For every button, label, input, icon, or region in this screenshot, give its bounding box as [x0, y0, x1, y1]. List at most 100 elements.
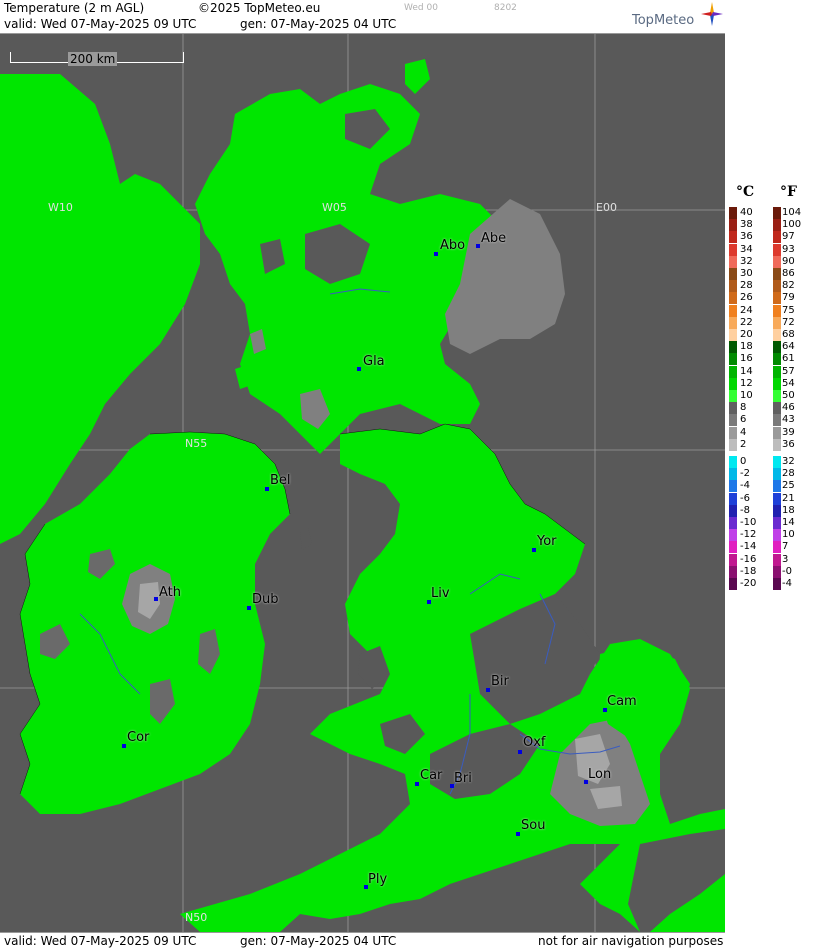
legend-row: -14 7	[726, 541, 816, 554]
legend-swatch-celsius	[729, 468, 737, 481]
legend-value-celsius: -8	[740, 504, 750, 516]
compass-logo-icon	[701, 2, 723, 26]
legend-swatch-celsius	[729, 504, 737, 517]
legend-value-celsius: -18	[740, 565, 757, 577]
legend-unit-celsius: °C	[736, 184, 755, 200]
valid-time: valid: Wed 07-May-2025 09 UTC	[4, 17, 197, 31]
legend-value-fahrenheit: 79	[782, 292, 795, 304]
city-label-car[interactable]: Car	[420, 768, 442, 783]
legend-row: 26 79	[726, 292, 816, 305]
legend-value-celsius: -12	[740, 529, 757, 541]
brand-logo-text: TopMeteo	[632, 13, 695, 28]
city-label-cam[interactable]: Cam	[607, 694, 637, 709]
legend-swatch-celsius	[729, 402, 737, 415]
temperature-legend: °C °F 40 104 38 100 36 97 34 93 32 90 30 86 28 82 26 79…	[726, 0, 816, 947]
city-label-sou[interactable]: Sou	[521, 818, 545, 833]
legend-swatch-celsius	[729, 268, 737, 280]
legend-row: 16 61	[726, 353, 816, 366]
legend-swatch-celsius	[729, 480, 737, 493]
legend-value-fahrenheit: 3	[782, 553, 789, 565]
legend-row: 2 36	[726, 438, 816, 451]
legend-value-celsius: -16	[740, 553, 757, 565]
legend-swatch-celsius	[729, 377, 737, 390]
legend-row: 36 97	[726, 231, 816, 244]
legend-row: 30 86	[726, 268, 816, 280]
temperature-map[interactable]: 200 km W10 W05 E00 N55 N50 Abo Abe Gla B…	[0, 34, 725, 932]
legend-row: -16 3	[726, 553, 816, 566]
legend-value-celsius: -6	[740, 492, 750, 504]
city-label-gla[interactable]: Gla	[363, 354, 385, 369]
legend-value-fahrenheit: 54	[782, 377, 795, 389]
legend-swatch-celsius	[729, 578, 737, 590]
city-marker-abo[interactable]	[434, 252, 438, 256]
city-marker-bir[interactable]	[486, 688, 490, 692]
city-label-dub[interactable]: Dub	[252, 592, 279, 607]
city-marker-oxf[interactable]	[518, 750, 522, 754]
legend-row: 6 43	[726, 414, 816, 427]
legend-swatch-celsius	[729, 329, 737, 341]
city-label-bir[interactable]: Bir	[491, 674, 509, 689]
legend-value-celsius: 28	[740, 280, 753, 292]
legend-value-fahrenheit: 39	[782, 426, 795, 438]
legend-swatch-celsius	[729, 316, 737, 329]
legend-value-celsius: 26	[740, 292, 753, 304]
city-label-bri[interactable]: Bri	[454, 771, 472, 786]
city-marker-car[interactable]	[415, 782, 419, 786]
legend-value-celsius: 38	[740, 219, 753, 231]
city-label-abe[interactable]: Abe	[481, 231, 506, 246]
city-label-liv[interactable]: Liv	[431, 586, 450, 601]
legend-row: -4 25	[726, 480, 816, 493]
product-code: 8202	[494, 3, 517, 13]
city-marker-dub[interactable]	[247, 606, 251, 610]
legend-swatch-fahrenheit	[773, 438, 781, 451]
city-label-cor[interactable]: Cor	[127, 730, 149, 745]
legend-swatch-celsius	[729, 280, 737, 293]
legend-value-fahrenheit: 72	[782, 316, 795, 328]
legend-unit-fahrenheit: °F	[780, 184, 797, 200]
legend-swatch-fahrenheit	[773, 517, 781, 529]
city-marker-ath[interactable]	[154, 597, 158, 601]
city-marker-sou[interactable]	[516, 832, 520, 836]
legend-value-celsius: 40	[740, 207, 753, 218]
city-marker-yor[interactable]	[532, 548, 536, 552]
legend-swatch-celsius	[729, 231, 737, 244]
city-marker-abe[interactable]	[476, 244, 480, 248]
city-label-abo[interactable]: Abo	[440, 238, 465, 253]
city-label-oxf[interactable]: Oxf	[523, 735, 546, 750]
legend-value-celsius: -2	[740, 468, 750, 480]
legend-value-fahrenheit: 21	[782, 492, 795, 504]
legend-swatch-celsius	[729, 207, 737, 219]
city-marker-cor[interactable]	[122, 744, 126, 748]
city-marker-bel[interactable]	[265, 487, 269, 491]
city-label-ath[interactable]: Ath	[159, 585, 181, 600]
legend-row: 32 90	[726, 255, 816, 268]
legend-value-celsius: 24	[740, 304, 753, 316]
legend-swatch-fahrenheit	[773, 529, 781, 542]
legend-swatch-fahrenheit	[773, 553, 781, 566]
legend-swatch-fahrenheit	[773, 541, 781, 554]
city-marker-gla[interactable]	[357, 367, 361, 371]
legend-value-fahrenheit: 57	[782, 365, 795, 377]
legend-value-fahrenheit: 43	[782, 414, 795, 426]
legend-row: -2 28	[726, 468, 816, 481]
legend-value-celsius: 10	[740, 390, 753, 401]
legend-swatch-fahrenheit	[773, 492, 781, 505]
legend-row: 40 104	[726, 207, 816, 219]
legend-swatch-fahrenheit	[773, 402, 781, 415]
legend-swatch-fahrenheit	[773, 578, 781, 590]
city-label-yor[interactable]: Yor	[537, 534, 557, 549]
legend-value-celsius: 36	[740, 231, 753, 243]
city-label-lon[interactable]: Lon	[588, 767, 611, 782]
legend-row: 0 32	[726, 456, 816, 468]
legend-value-fahrenheit: 36	[782, 438, 795, 450]
legend-value-celsius: -20	[740, 578, 757, 589]
legend-value-fahrenheit: 28	[782, 468, 795, 480]
legend-swatch-fahrenheit	[773, 426, 781, 439]
legend-value-celsius: 14	[740, 365, 753, 377]
city-label-bel[interactable]: Bel	[270, 473, 291, 488]
city-label-ply[interactable]: Ply	[368, 872, 387, 887]
legend-value-celsius: 8	[740, 402, 747, 414]
legend-swatch-fahrenheit	[773, 377, 781, 390]
legend-value-fahrenheit: 86	[782, 268, 795, 279]
footer-generated-time: gen: 07-May-2025 04 UTC	[240, 934, 397, 948]
